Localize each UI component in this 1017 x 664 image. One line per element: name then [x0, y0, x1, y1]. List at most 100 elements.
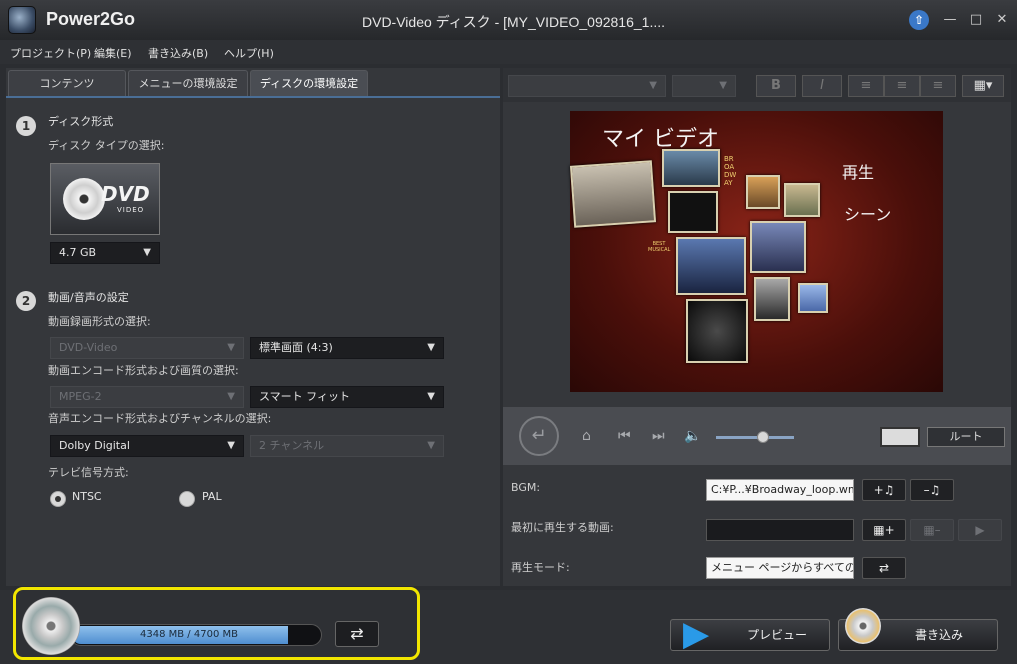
preview-play-button[interactable]: 再生 — [842, 159, 874, 183]
disc-type-label: ディスク タイプの選択: — [48, 139, 165, 152]
preview-thumbnail — [686, 299, 748, 363]
update-icon[interactable]: ⇧ — [909, 10, 929, 30]
video-format-value: DVD-Video — [59, 341, 118, 354]
italic-button[interactable]: I — [802, 75, 842, 97]
menu-burn[interactable]: 書き込み(B) — [148, 45, 208, 61]
marquee-sign: BROADWAY — [724, 155, 737, 187]
chevron-down-icon: ▼ — [227, 440, 235, 451]
preview-thumbnail — [798, 283, 828, 313]
audio-select[interactable]: Dolby Digital ▼ — [50, 435, 244, 457]
step-1-badge: 1 — [16, 116, 36, 136]
route-button[interactable]: ルート — [927, 427, 1005, 447]
quality-select[interactable]: スマート フィット ▼ — [250, 386, 444, 408]
preview-thumbnail — [676, 237, 746, 295]
preview-button[interactable]: ▶ プレビュー — [670, 614, 830, 654]
pal-radio[interactable] — [179, 491, 195, 507]
tab-menu-settings[interactable]: メニューの環境設定 — [128, 70, 248, 96]
menu-edit[interactable]: 編集(E) — [94, 45, 132, 61]
quality-value: スマート フィット — [259, 390, 350, 403]
ntsc-radio[interactable] — [50, 491, 66, 507]
disc-format-heading: ディスク形式 — [48, 115, 114, 128]
play-video-icon: ▶ — [958, 519, 1002, 541]
burn-button[interactable]: 書き込み — [838, 608, 998, 651]
bgm-field[interactable]: C:¥P...¥Broadway_loop.wma — [706, 479, 854, 501]
best-musical-badge: BEST MUSICAL — [648, 241, 671, 253]
burn-disc-icon — [845, 608, 881, 644]
close-icon[interactable]: ✕ — [992, 10, 1012, 30]
add-music-icon[interactable]: +♫ — [862, 479, 906, 501]
safe-zone-icon[interactable] — [880, 427, 920, 447]
return-icon[interactable]: ↵ — [519, 416, 559, 456]
play-icon: ▶ — [683, 614, 710, 654]
burn-button-label: 書き込み — [915, 628, 964, 642]
tab-contents[interactable]: コンテンツ — [8, 70, 126, 96]
add-video-icon[interactable]: ▦+ — [862, 519, 906, 541]
menu-preview: マイ ビデオ 再生 シーン BROADWAY BEST MUSICAL — [569, 111, 943, 392]
disc-capacity-value: 4.7 GB — [59, 246, 97, 259]
volume-icon[interactable]: 🔈 — [684, 428, 701, 444]
menu-help[interactable]: ヘルプ(H) — [224, 45, 274, 61]
preview-thumbnail — [569, 160, 657, 228]
first-play-label: 最初に再生する動画: — [511, 521, 614, 534]
align-left-icon[interactable]: ≡ — [848, 75, 884, 97]
chevron-down-icon: ▼ — [719, 80, 727, 91]
next-icon[interactable]: ⏭ — [652, 428, 665, 444]
tv-system-label: テレビ信号方式: — [48, 466, 129, 479]
chevron-down-icon: ▼ — [143, 247, 151, 258]
first-play-field[interactable] — [706, 519, 854, 541]
align-right-icon[interactable]: ≡ — [920, 75, 956, 97]
chevron-down-icon: ▼ — [427, 391, 435, 402]
disc-capacity-select[interactable]: 4.7 GB ▼ — [50, 242, 160, 264]
video-format-select: DVD-Video ▼ — [50, 337, 244, 359]
aspect-select[interactable]: 標準画面 (4:3) ▼ — [250, 337, 444, 359]
bgm-label: BGM: — [511, 481, 541, 494]
play-mode-settings-icon[interactable]: ⇄ — [862, 557, 906, 579]
audio-label: 音声エンコード形式およびチャンネルの選択: — [48, 412, 272, 425]
ntsc-label: NTSC — [72, 490, 102, 503]
dvd-logo-text: DVD — [101, 182, 150, 206]
layout-menu-icon[interactable]: ▦▾ — [962, 75, 1004, 97]
channels-select: 2 チャンネル ▼ — [250, 435, 444, 457]
chevron-down-icon: ▼ — [649, 80, 657, 91]
preview-thumbnail — [746, 175, 780, 209]
disc-size-toggle-icon[interactable]: ⇄ — [335, 621, 379, 647]
preview-thumbnail — [668, 191, 718, 233]
encode-select: MPEG-2 ▼ — [50, 386, 244, 408]
step-2-badge: 2 — [16, 291, 36, 311]
chevron-down-icon: ▼ — [227, 342, 235, 353]
tab-disc-settings[interactable]: ディスクの環境設定 — [250, 70, 368, 96]
chevron-down-icon: ▼ — [427, 440, 435, 451]
volume-slider[interactable] — [716, 436, 794, 439]
chevron-down-icon: ▼ — [427, 342, 435, 353]
font-size-select: ▼ — [672, 75, 736, 97]
chevron-down-icon: ▼ — [227, 391, 235, 402]
tab-underline — [6, 96, 500, 98]
minimize-icon[interactable]: — — [940, 10, 960, 30]
font-select: ▼ — [508, 75, 666, 97]
home-icon[interactable]: ⌂ — [582, 428, 591, 444]
preview-thumbnail — [750, 221, 806, 273]
preview-thumbnail — [784, 183, 820, 217]
window-title: DVD-Video ディスク - [MY_VIDEO_092816_1.... — [362, 14, 666, 30]
preview-scene-button[interactable]: シーン — [844, 201, 891, 225]
channels-value: 2 チャンネル — [259, 439, 325, 452]
previous-icon[interactable]: ⏮ — [618, 428, 631, 444]
dvd-format-option[interactable]: DVD VIDEO — [50, 163, 160, 235]
preview-button-label: プレビュー — [747, 628, 808, 642]
bold-button[interactable]: B — [756, 75, 796, 97]
video-format-label: 動画録画形式の選択: — [48, 315, 151, 328]
dvd-logo-sub: VIDEO — [117, 206, 145, 214]
app-name: Power2Go — [46, 9, 136, 29]
menu-project[interactable]: プロジェクト(P) — [10, 45, 91, 61]
encode-value: MPEG-2 — [59, 390, 102, 403]
aspect-value: 標準画面 (4:3) — [259, 341, 333, 354]
align-center-icon[interactable]: ≡ — [884, 75, 920, 97]
play-mode-label: 再生モード: — [511, 561, 570, 574]
maximize-icon[interactable]: □ — [966, 10, 986, 30]
remove-video-icon: ▦– — [910, 519, 954, 541]
disc-icon — [63, 178, 105, 220]
app-logo-icon — [8, 6, 36, 34]
play-mode-field[interactable]: メニュー ページからすべての... — [706, 557, 854, 579]
remove-music-icon[interactable]: –♫ — [910, 479, 954, 501]
volume-slider-handle[interactable] — [757, 431, 769, 443]
